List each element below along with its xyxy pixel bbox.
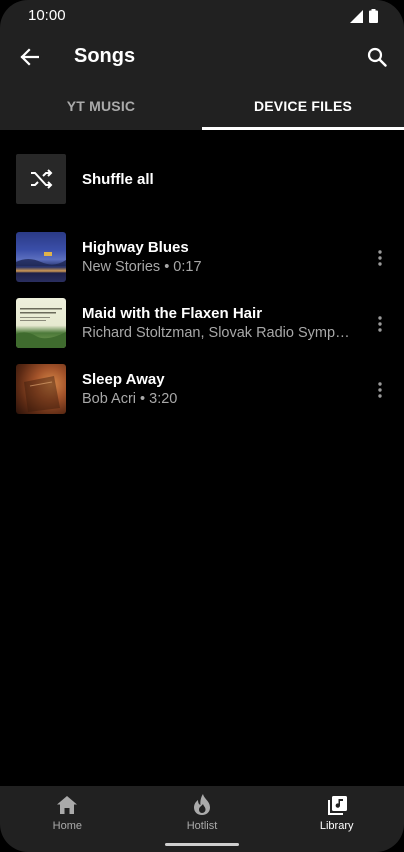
phone-frame: 10:00 Songs YT MUSIC DEVICE FILES Shuffl… <box>0 0 404 852</box>
flame-icon <box>194 794 210 815</box>
song-title: Sleep Away <box>82 371 165 388</box>
tab-yt-music[interactable]: YT MUSIC <box>0 82 202 130</box>
status-bar: 10:00 <box>0 0 404 32</box>
album-art-detail <box>24 376 60 412</box>
album-art-detail <box>16 252 66 266</box>
song-row[interactable]: Highway Blues New Stories • 0:17 <box>0 226 404 292</box>
song-list: Shuffle all Highway Blues New Stories • … <box>0 148 404 424</box>
shuffle-all-label: Shuffle all <box>82 171 154 188</box>
search-button[interactable] <box>362 42 392 72</box>
search-icon <box>367 47 387 67</box>
nav-library[interactable]: Library <box>269 786 404 852</box>
app-bar: Songs <box>0 32 404 82</box>
album-art-flaxen-hair <box>16 298 66 348</box>
home-icon <box>57 796 78 814</box>
arrow-back-icon <box>20 48 39 66</box>
song-title: Highway Blues <box>82 239 189 256</box>
shuffle-all-row[interactable]: Shuffle all <box>0 154 404 226</box>
more-options-button[interactable] <box>372 246 388 270</box>
song-row[interactable]: Maid with the Flaxen Hair Richard Stoltz… <box>0 292 404 358</box>
more-vert-icon <box>378 316 382 332</box>
song-row[interactable]: Sleep Away Bob Acri • 3:20 <box>0 358 404 424</box>
more-vert-icon <box>378 382 382 398</box>
status-time: 10:00 <box>28 7 66 24</box>
song-title: Maid with the Flaxen Hair <box>82 305 263 322</box>
battery-icon <box>369 9 378 23</box>
tab-device-files[interactable]: DEVICE FILES <box>202 82 404 130</box>
song-subtitle: New Stories • 0:17 <box>82 259 202 275</box>
nav-home[interactable]: Home <box>0 786 135 852</box>
status-icons <box>350 9 378 23</box>
shuffle-icon <box>31 169 53 189</box>
page-title: Songs <box>74 45 136 67</box>
back-button[interactable] <box>14 42 44 72</box>
more-vert-icon <box>378 250 382 266</box>
song-subtitle: Richard Stoltzman, Slovak Radio Symph… <box>82 325 354 341</box>
more-options-button[interactable] <box>372 312 388 336</box>
shuffle-tile <box>16 154 66 204</box>
more-options-button[interactable] <box>372 378 388 402</box>
album-art-detail <box>16 308 66 348</box>
gesture-handle <box>165 843 239 846</box>
library-music-icon <box>327 796 347 815</box>
album-art-sleep-away <box>16 364 66 414</box>
tab-bar: YT MUSIC DEVICE FILES <box>0 82 404 130</box>
nav-label-library: Library <box>319 820 354 832</box>
nav-label-home: Home <box>52 820 82 832</box>
nav-label-hotlist: Hotlist <box>186 820 218 832</box>
signal-icon <box>350 9 363 23</box>
song-subtitle: Bob Acri • 3:20 <box>82 391 178 407</box>
album-art-highway-blues <box>16 232 66 282</box>
